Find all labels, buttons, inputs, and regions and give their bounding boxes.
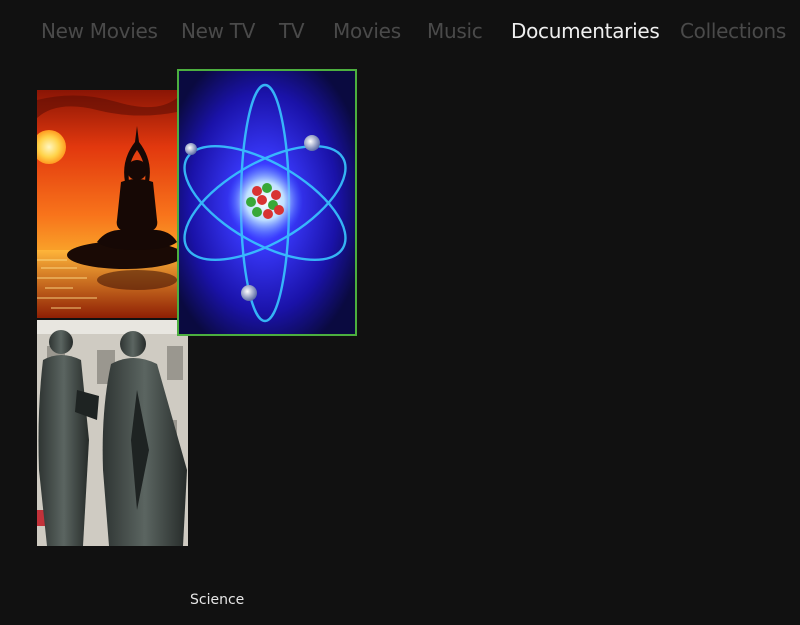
atom-poster-image [179,71,355,334]
poster-tile-statues[interactable] [37,320,188,546]
top-navigation: New Movies New TV TV Movies Music Docume… [0,0,800,62]
nav-tab-music[interactable]: Music [427,17,483,45]
nav-tab-collections[interactable]: Collections [680,17,786,45]
nav-tab-tv[interactable]: TV [279,17,305,45]
meditation-poster-image [37,90,177,318]
nav-tab-movies[interactable]: Movies [333,17,401,45]
statues-poster-image [37,320,188,546]
focused-item-title: Science [190,592,245,608]
poster-tile-meditation[interactable] [37,90,177,318]
nav-tab-new-movies[interactable]: New Movies [41,17,158,45]
nav-tab-new-tv[interactable]: New TV [181,17,255,45]
nav-tab-documentaries[interactable]: Documentaries [511,17,660,45]
poster-tile-science[interactable] [177,69,357,336]
